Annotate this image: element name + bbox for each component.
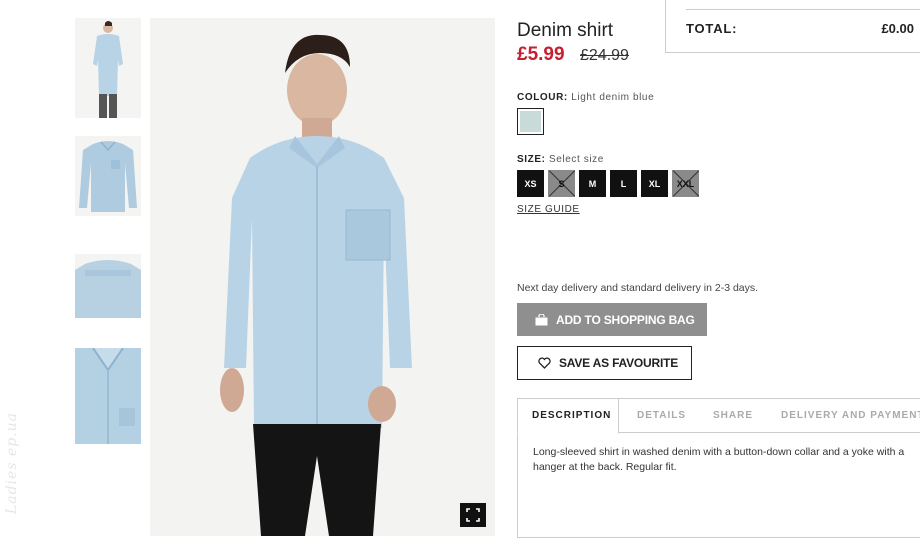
size-label: SIZE: — [517, 154, 546, 165]
add-to-bag-label: ADD TO SHOPPING BAG — [556, 312, 695, 327]
size-option-xs[interactable]: XS — [517, 170, 544, 197]
heart-icon — [538, 357, 551, 369]
thumbnail-model-front[interactable] — [75, 18, 141, 118]
tab-share[interactable]: SHARE — [713, 410, 753, 421]
save-favourite-button[interactable]: SAVE AS FAVOURITE — [517, 346, 692, 380]
tab-details[interactable]: DETAILS — [637, 410, 686, 421]
size-option-label: XL — [648, 178, 661, 189]
size-option-m[interactable]: M — [579, 170, 606, 197]
total-value: £0.00 — [881, 21, 914, 36]
thumbnail-shirt-front[interactable] — [75, 136, 141, 216]
fullscreen-icon — [466, 508, 480, 522]
size-guide-link[interactable]: SIZE GUIDE — [517, 204, 580, 215]
product-info-tabs: DESCRIPTION DETAILS SHARE DELIVERY AND P… — [517, 398, 920, 538]
colour-value: Light denim blue — [571, 92, 655, 103]
product-page: TOTAL: £0.00 Denim shirt £5.99 £24.99 CO… — [0, 0, 920, 538]
size-option-label: M — [588, 178, 597, 189]
total-divider — [686, 9, 920, 10]
size-option-label: L — [620, 178, 627, 189]
total-label: TOTAL: — [686, 21, 738, 36]
size-option-s[interactable]: S — [548, 170, 575, 197]
cart-total-box: TOTAL: £0.00 — [665, 0, 920, 53]
expand-image-button[interactable] — [460, 503, 486, 527]
tab-bar: DESCRIPTION DETAILS SHARE DELIVERY AND P… — [517, 398, 920, 434]
size-option-xxl[interactable]: XXL — [672, 170, 699, 197]
product-title: Denim shirt — [517, 20, 614, 41]
add-to-bag-button[interactable]: ADD TO SHOPPING BAG — [517, 303, 707, 336]
delivery-note: Next day delivery and standard delivery … — [517, 282, 759, 294]
sale-price: £5.99 — [517, 44, 565, 65]
size-row: SIZE: Select size — [517, 154, 604, 165]
save-favourite-label: SAVE AS FAVOURITE — [559, 356, 679, 370]
colour-row: COLOUR: Light denim blue — [517, 92, 654, 103]
watermark: Ladies ep.ua — [4, 412, 20, 515]
size-option-xl[interactable]: XL — [641, 170, 668, 197]
tab-description[interactable]: DESCRIPTION — [532, 410, 611, 421]
size-placeholder: Select size — [548, 154, 604, 165]
colour-swatch-light-denim-blue[interactable] — [517, 108, 544, 135]
thumbnail-shirt-back[interactable] — [75, 254, 141, 318]
swatch-fill — [520, 111, 541, 132]
size-option-label: XXL — [676, 178, 695, 189]
shopping-bag-icon — [535, 313, 548, 325]
size-option-l[interactable]: L — [610, 170, 637, 197]
size-option-label: XS — [524, 178, 537, 189]
main-product-image — [150, 18, 495, 536]
thumbnail-shirt-detail[interactable] — [75, 348, 141, 444]
tab-delivery-payment[interactable]: DELIVERY AND PAYMENT — [781, 410, 920, 421]
size-option-label: S — [558, 178, 565, 189]
original-price: £24.99 — [580, 47, 629, 64]
colour-label: COLOUR: — [517, 92, 568, 103]
description-text: Long-sleeved shirt in washed denim with … — [533, 446, 905, 473]
